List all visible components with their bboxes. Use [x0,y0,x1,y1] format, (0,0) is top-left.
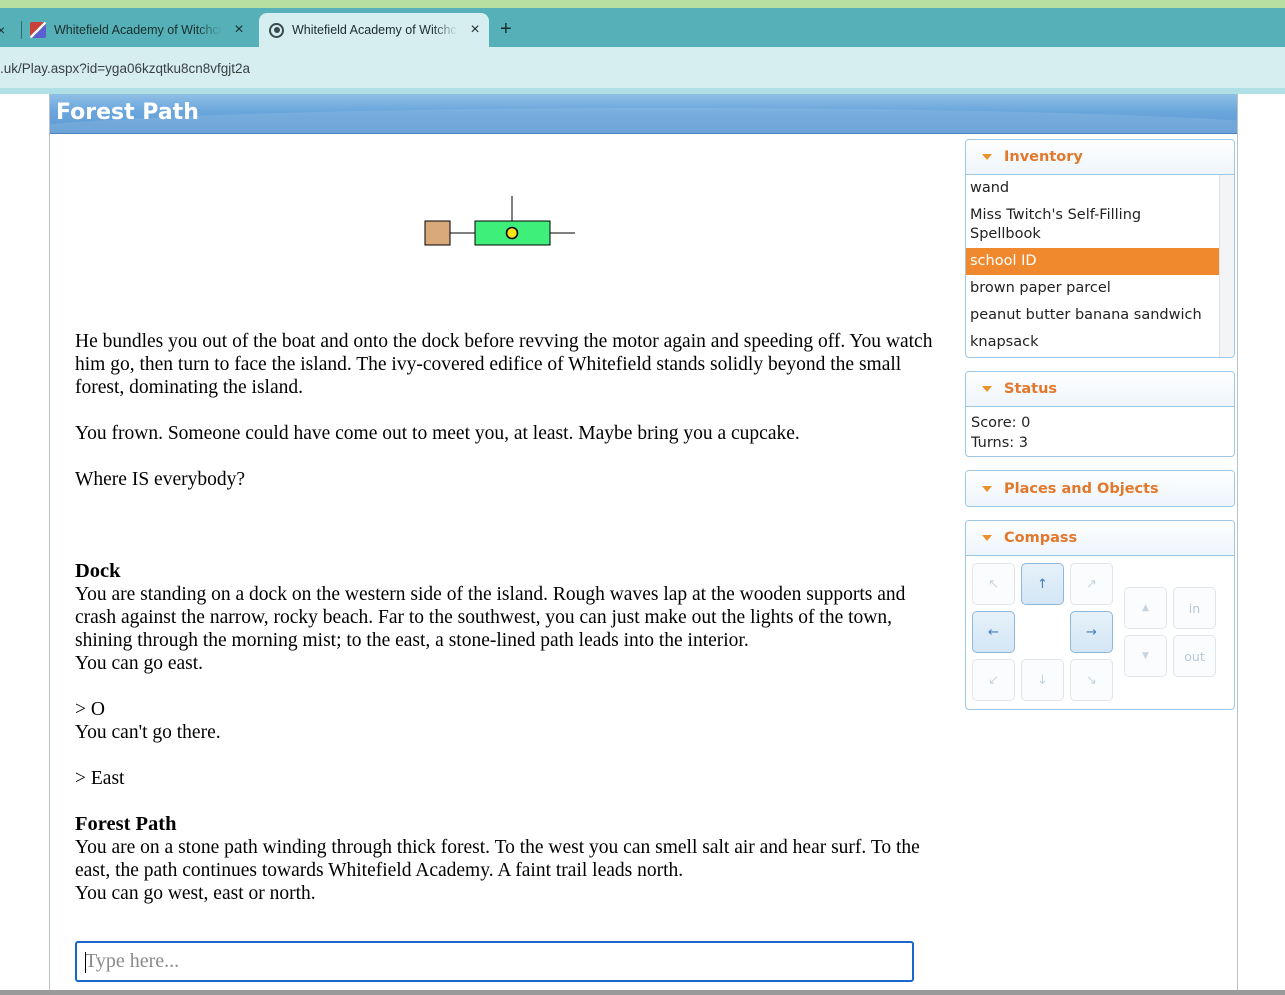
command-box[interactable] [75,941,914,982]
tab-separator [21,21,22,39]
command-input[interactable] [77,943,912,980]
compass-in-button[interactable]: in [1173,587,1216,629]
new-tab-button[interactable]: + [500,18,512,41]
tab-bar: × Whitefield Academy of Witchcraft × Whi… [0,8,1285,47]
inventory-item[interactable]: wand [966,175,1219,202]
turns-text: Turns: 3 [971,435,1029,451]
status-header[interactable]: Status [966,372,1234,407]
tab-close-icon[interactable]: × [468,21,482,39]
tab-title: Whitefield Academy of Witchcraft [292,23,458,37]
compass-down-button[interactable]: ▼ [1124,635,1167,677]
tab-inactive[interactable]: × Whitefield Academy of Witchcraft × [0,13,252,47]
player-command: > O [75,699,105,720]
story-output: He bundles you out of the boat and onto … [75,330,945,905]
inventory-item[interactable]: Miss Twitch's Self-Filling Spellbook [966,202,1219,248]
tab-title: Whitefield Academy of Witchcraft [54,23,222,37]
status-body: Score: 0 Turns: 3 [966,407,1234,456]
inventory-item-selected[interactable]: school ID [966,248,1219,275]
text-caret [85,952,86,973]
places-heading: Places and Objects [1004,480,1159,497]
tab-close-partial-icon[interactable]: × [0,22,7,38]
compass-east-button[interactable]: → [1070,611,1113,653]
site-favicon-icon [30,22,46,38]
compass-panel: Compass ↖ ↑ ↗ ← → ↙ ↓ ↘ ▲ ▼ in out [965,520,1235,710]
places-header[interactable]: Places and Objects [966,471,1234,506]
window-bottom-edge [0,990,1285,995]
inventory-panel: Inventory wand Miss Twitch's Self-Fillin… [965,139,1235,358]
location-header: Forest Path [50,94,1237,134]
location-title: Forest Path [56,100,199,125]
inventory-item[interactable]: peanut butter banana sandwich [966,302,1219,329]
compass-west-button[interactable]: ← [972,611,1015,653]
inventory-item[interactable]: knapsack [966,329,1219,356]
story-paragraph: You frown. Someone could have come out t… [75,423,800,444]
player-command: > East [75,768,125,789]
compass-up-button[interactable]: ▲ [1124,587,1167,629]
player-marker [505,226,519,240]
compass-north-button[interactable]: ↑ [1021,563,1064,605]
room-exits: You can go east. [75,653,204,674]
game-response: You can't go there. [75,722,221,743]
room-description: You are on a stone path winding through … [75,837,920,881]
compass-southeast-button[interactable]: ↘ [1070,659,1113,701]
inventory-item[interactable]: brown paper parcel [966,275,1219,302]
compass-northeast-button[interactable]: ↗ [1070,563,1113,605]
inventory-heading: Inventory [1004,149,1083,165]
compass-heading: Compass [1004,530,1078,546]
story-paragraph: Where IS everybody? [75,469,246,490]
compass-grid: ↖ ↑ ↗ ← → ↙ ↓ ↘ ▲ ▼ in out [966,556,1234,708]
tab-close-icon[interactable]: × [232,21,246,39]
collapse-arrow-icon[interactable] [982,386,992,392]
tab-active[interactable]: Whitefield Academy of Witchcraft × [259,13,489,47]
compass-out-button[interactable]: out [1173,635,1216,677]
inventory-header[interactable]: Inventory [966,140,1234,175]
url-text[interactable]: .uk/Play.aspx?id=yga06kzqtku8cn8vfgjt2a [0,61,250,76]
room-map [424,196,575,246]
collapse-arrow-icon[interactable] [982,535,992,541]
collapse-arrow-icon[interactable] [982,485,992,492]
room-title: Forest Path [75,813,177,835]
game-frame: Forest Path He bundles you out of the bo… [49,94,1238,995]
inventory-scrollbar[interactable] [1219,175,1234,357]
status-heading: Status [1004,381,1058,397]
collapse-arrow-icon[interactable] [982,154,992,160]
compass-south-button[interactable]: ↓ [1021,659,1064,701]
places-panel: Places and Objects [965,470,1235,507]
status-panel: Status Score: 0 Turns: 3 [965,371,1235,457]
story-paragraph: He bundles you out of the boat and onto … [75,331,933,398]
room-description: You are standing on a dock on the wester… [75,584,906,651]
room-title: Dock [75,560,121,582]
score-text: Score: 0 [971,415,1031,431]
compass-northwest-button[interactable]: ↖ [972,563,1015,605]
globe-icon [269,22,284,38]
map-room-dock [424,220,451,246]
room-exits: You can go west, east or north. [75,883,316,904]
address-bar[interactable]: .uk/Play.aspx?id=yga06kzqtku8cn8vfgjt2a [0,47,1285,88]
inventory-list: wand Miss Twitch's Self-Filling Spellboo… [966,175,1234,357]
window-top-strip [0,0,1285,8]
compass-southwest-button[interactable]: ↙ [972,659,1015,701]
compass-header[interactable]: Compass [966,521,1234,556]
